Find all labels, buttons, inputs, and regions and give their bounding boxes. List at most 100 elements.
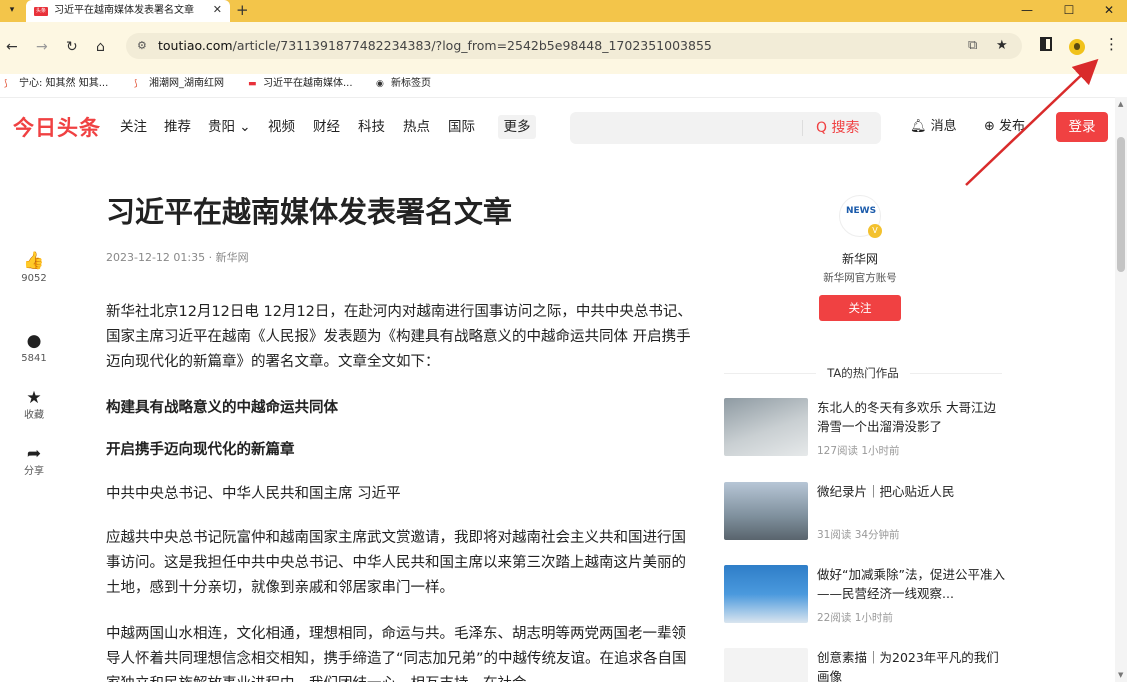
article-paragraph: 应越共中央总书记阮富仲和越南国家主席武文赏邀请，我即将对越南社会主义共和国进行国… — [106, 530, 686, 596]
install-app-icon[interactable]: ⧉ — [968, 37, 977, 55]
article-byline: 中共中央总书记、中华人民共和国主席 习近平 — [106, 486, 401, 502]
tab-favicon-icon: 头条 — [34, 7, 48, 16]
bookmark-item[interactable]: ⟆ 湘潮网_湖南红网 — [134, 77, 224, 91]
bookmark-favicon-icon: ▬ — [248, 79, 257, 89]
hot-item-title[interactable]: 微纪录片｜把心贴近人民 — [817, 482, 1007, 501]
nav-item[interactable]: 关注 — [120, 118, 147, 136]
url-text[interactable]: toutiao.com/article/7311391877482234383/… — [158, 38, 712, 54]
minimize-button[interactable]: — — [1012, 1, 1042, 19]
comment-icon: ● — [26, 331, 42, 351]
article-meta: 2023-12-12 01:35 · 新华网 — [106, 251, 249, 264]
follow-button[interactable]: 关注 — [819, 295, 901, 321]
comment-action[interactable]: ● 5841 — [14, 330, 54, 366]
reload-icon[interactable]: ↻ — [66, 38, 78, 56]
article-subheading: 开启携手迈向现代化的新篇章 — [106, 442, 295, 458]
share-label: 分享 — [24, 466, 44, 477]
hot-item-thumbnail[interactable] — [724, 482, 808, 540]
article-title: 习近平在越南媒体发表署名文章 — [106, 195, 513, 229]
verified-badge-icon: V — [868, 224, 882, 238]
hot-item[interactable]: 创意素描｜为2023年平凡的我们画像 — [724, 648, 1014, 682]
bookmark-item[interactable]: ◉ 新标签页 — [376, 77, 431, 91]
hot-works-title: TA的热门作品 — [724, 365, 1002, 381]
hot-item-meta: 22阅读 1小时前 — [817, 612, 893, 624]
bookmarks-bar: ⟆ 宁心: 知其然 知其... ⟆ 湘潮网_湖南红网 ▬ 习近平在越南媒体... ◉ 新… — [0, 74, 1127, 96]
share-icon: ➦ — [26, 444, 42, 464]
search-input[interactable]: Q 搜索 — [570, 112, 881, 144]
login-button[interactable]: 登录 — [1056, 112, 1108, 142]
hot-item[interactable]: 做好“加减乘除”法，促进公平准入——民营经济一线观察... 22阅读 1小时前 — [724, 565, 1014, 631]
star-icon: ★ — [26, 388, 42, 408]
author-description: 新华网官方账号 — [823, 272, 897, 284]
plus-circle-icon: ⊕ — [984, 119, 995, 134]
url-path: /article/7311391877482234383/?log_from=2… — [232, 38, 712, 53]
thumbs-up-icon: 👍 — [23, 251, 45, 271]
article-subheading: 构建具有战略意义的中越命运共同体 — [106, 400, 338, 416]
like-action[interactable]: 👍 9052 — [14, 250, 54, 286]
bookmark-favicon-icon: ⟆ — [134, 79, 138, 89]
hot-item-thumbnail[interactable] — [724, 398, 808, 456]
bookmark-item[interactable]: ▬ 习近平在越南媒体... — [248, 77, 353, 91]
xinhua-logo: NEWS — [846, 206, 877, 216]
address-bar[interactable]: ⚙ toutiao.com/article/731139187748223438… — [126, 33, 1022, 59]
comment-count: 5841 — [21, 353, 47, 364]
nav-item[interactable]: 科技 — [358, 118, 385, 136]
publish-link[interactable]: ⊕ 发布 — [984, 118, 1025, 136]
scroll-down-icon[interactable]: ▼ — [1118, 671, 1123, 679]
hot-item[interactable]: 微纪录片｜把心贴近人民 31阅读 34分钟前 — [724, 482, 1014, 548]
active-tab[interactable]: 头条 习近平在越南媒体发表署名文章 ✕ — [26, 0, 230, 22]
search-divider — [802, 120, 803, 136]
nav-item[interactable]: 财经 — [313, 118, 340, 136]
hot-item-title[interactable]: 东北人的冬天有多欢乐 大哥江边滑雪一个出溜滑没影了 — [817, 398, 1007, 436]
article-paragraph: 中越两国山水相连，文化相通，理想相同，命运与共。毛泽东、胡志明等两党两国老一辈领… — [106, 626, 687, 682]
messages-link[interactable]: 🔔︎ 消息 — [910, 118, 957, 136]
bell-icon: 🔔︎ — [910, 119, 927, 134]
author-avatar[interactable]: NEWS V — [839, 195, 882, 238]
favorite-label: 收藏 — [24, 410, 44, 421]
browser-toolbar: ← → ↻ ⌂ ⚙ toutiao.com/article/7311391877… — [0, 22, 1127, 89]
tab-search-chevron-icon[interactable]: ▾ — [4, 2, 20, 18]
search-button[interactable]: Q 搜索 — [816, 118, 859, 138]
back-icon[interactable]: ← — [6, 38, 18, 56]
url-host: toutiao.com — [158, 38, 233, 53]
home-icon[interactable]: ⌂ — [96, 38, 105, 56]
hot-item-title[interactable]: 创意素描｜为2023年平凡的我们画像 — [817, 648, 1007, 682]
hot-item-thumbnail[interactable] — [724, 565, 808, 623]
nav-item[interactable]: 国际 — [448, 118, 475, 136]
tab-close-icon[interactable]: ✕ — [213, 3, 222, 17]
hot-item-meta: 127阅读 1小时前 — [817, 445, 900, 457]
nav-more-button[interactable]: 更多 — [498, 115, 536, 139]
nav-item[interactable]: 贵阳 ⌄ — [208, 118, 251, 136]
forward-icon[interactable]: → — [36, 38, 48, 56]
bookmark-favicon-icon: ◉ — [376, 79, 384, 89]
like-count: 9052 — [21, 273, 47, 284]
site-info-icon[interactable]: ⚙ — [137, 38, 147, 54]
bookmark-item[interactable]: ⟆ 宁心: 知其然 知其... — [4, 77, 108, 91]
site-header: 今日头条 关注 推荐 贵阳 ⌄ 视频 财经 科技 热点 国际 更多 Q 搜索 🔔… — [0, 97, 1115, 155]
page-scrollbar[interactable]: ▲ ▼ — [1115, 97, 1127, 682]
bookmark-favicon-icon: ⟆ — [4, 79, 8, 89]
favorite-action[interactable]: ★ 收藏 — [14, 387, 54, 423]
hot-item-title[interactable]: 做好“加减乘除”法，促进公平准入——民营经济一线观察... — [817, 565, 1007, 603]
nav-item[interactable]: 视频 — [268, 118, 295, 136]
article-paragraph: 新华社北京12月12日电 12月12日，在赴河内对越南进行国事访问之际，中共中央… — [106, 304, 692, 370]
share-action[interactable]: ➦ 分享 — [14, 443, 54, 479]
toutiao-logo[interactable]: 今日头条 — [13, 112, 101, 142]
author-name[interactable]: 新华网 — [790, 251, 930, 267]
hot-item-meta: 31阅读 34分钟前 — [817, 529, 900, 541]
author-card: NEWS V 新华网 新华网官方账号 关注 — [790, 195, 930, 321]
close-window-button[interactable]: ✕ — [1094, 1, 1124, 19]
chrome-menu-icon[interactable]: ⋮ — [1104, 34, 1119, 54]
profile-avatar-icon[interactable] — [1069, 39, 1085, 55]
tab-title: 习近平在越南媒体发表署名文章 — [54, 5, 194, 16]
nav-item[interactable]: 热点 — [403, 118, 430, 136]
side-panel-icon[interactable] — [1040, 37, 1052, 51]
browser-tab-strip: ▾ 头条 习近平在越南媒体发表署名文章 ✕ + — ☐ ✕ — [0, 0, 1127, 22]
scroll-up-icon[interactable]: ▲ — [1118, 100, 1123, 108]
scroll-thumb[interactable] — [1117, 137, 1125, 272]
hot-item-thumbnail[interactable] — [724, 648, 808, 682]
bookmark-star-icon[interactable]: ★ — [996, 37, 1008, 55]
new-tab-button[interactable]: + — [236, 1, 249, 19]
hot-item[interactable]: 东北人的冬天有多欢乐 大哥江边滑雪一个出溜滑没影了 127阅读 1小时前 — [724, 398, 1014, 464]
maximize-button[interactable]: ☐ — [1054, 1, 1084, 19]
nav-item[interactable]: 推荐 — [164, 118, 191, 136]
